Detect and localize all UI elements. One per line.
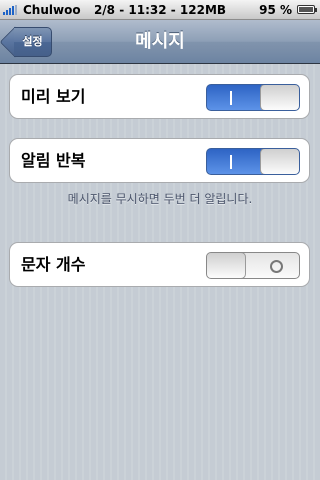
battery-icon [297, 5, 317, 14]
setting-row-repeat-alert: 알림 반복 [9, 138, 310, 183]
toggle-knob [207, 253, 246, 278]
toggle-on-mark-icon [230, 91, 232, 105]
battery-percent: 95 % [259, 3, 292, 17]
toggle-knob [260, 149, 299, 174]
char-count-toggle[interactable] [206, 252, 300, 279]
setting-label-char-count: 문자 개수 [21, 255, 86, 274]
toggle-off-mark-icon [270, 260, 283, 273]
setting-label-preview: 미리 보기 [21, 87, 86, 106]
repeat-alert-toggle[interactable] [206, 148, 300, 175]
toggle-on-mark-icon [230, 155, 232, 169]
toggle-knob [260, 85, 299, 110]
setting-label-repeat-alert: 알림 반복 [21, 151, 86, 170]
setting-row-preview: 미리 보기 [9, 74, 310, 119]
status-bar: Chulwoo 2/8 - 11:32 - 122MB 95 % [0, 0, 320, 20]
preview-toggle[interactable] [206, 84, 300, 111]
setting-row-char-count: 문자 개수 [9, 242, 310, 287]
back-button[interactable]: 설정 [14, 27, 52, 57]
repeat-alert-footer: 메시지를 무시하면 두번 더 알립니다. [67, 192, 253, 206]
navigation-bar: 설정 메시지 [0, 20, 320, 64]
